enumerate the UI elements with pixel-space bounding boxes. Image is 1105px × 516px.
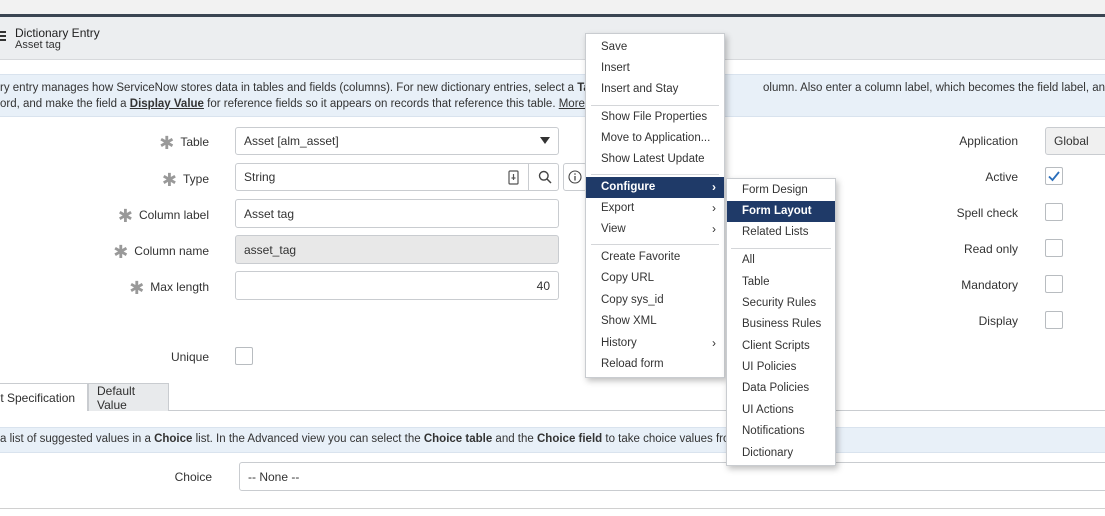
menu-item-show-latest-update[interactable]: Show Latest Update <box>586 149 724 170</box>
checkmark-icon <box>1048 171 1060 182</box>
choice-info-text: a list of suggested values in a Choice l… <box>0 433 788 445</box>
submenu-item-security-rules[interactable]: Security Rules <box>727 293 835 314</box>
chevron-right-icon: › <box>712 336 716 350</box>
submenu-item-notifications[interactable]: Notifications <box>727 421 835 442</box>
info-banner: ry entry manages how ServiceNow stores d… <box>0 74 1105 117</box>
menu-item-show-file-properties[interactable]: Show File Properties <box>586 107 724 128</box>
menu-separator <box>731 248 831 249</box>
column-label-input[interactable]: Asset tag <box>235 199 559 228</box>
choice-label: Choice <box>174 470 212 484</box>
form-header <box>0 17 1105 60</box>
read-only-checkbox[interactable] <box>1045 239 1063 257</box>
menu-item-create-favorite[interactable]: Create Favorite <box>586 247 724 268</box>
choice-info-banner: a list of suggested values in a Choice l… <box>0 427 1105 453</box>
submenu-item-client-scripts[interactable]: Client Scripts <box>727 336 835 357</box>
submenu-item-table[interactable]: Table <box>727 272 835 293</box>
menu-separator <box>591 105 719 106</box>
required-icon: ✱ <box>159 133 175 153</box>
menu-item-configure[interactable]: Configure › <box>586 177 724 198</box>
spell-check-label: Spell check <box>956 206 1018 220</box>
menu-item-export[interactable]: Export › <box>586 198 724 219</box>
submenu-item-dictionary[interactable]: Dictionary <box>727 443 835 464</box>
unique-checkbox[interactable] <box>235 347 253 365</box>
submenu-item-related-lists[interactable]: Related Lists <box>727 222 835 243</box>
menu-item-history[interactable]: History › <box>586 333 724 354</box>
chevron-right-icon: › <box>712 180 716 194</box>
search-icon[interactable] <box>528 163 560 191</box>
required-icon: ✱ <box>113 242 129 262</box>
dictionary-lookup-icon[interactable] <box>505 169 522 186</box>
display-label: Display <box>978 314 1018 328</box>
menu-separator <box>591 244 719 245</box>
max-length-label: ✱ Max length <box>129 278 209 298</box>
menu-item-show-xml[interactable]: Show XML <box>586 311 724 332</box>
menu-item-copy-url[interactable]: Copy URL <box>586 268 724 289</box>
submenu-item-form-layout[interactable]: Form Layout <box>727 201 835 222</box>
menu-item-move-to-application[interactable]: Move to Application... <box>586 128 724 149</box>
menu-separator <box>591 174 719 175</box>
menu-item-reload-form[interactable]: Reload form <box>586 354 724 375</box>
column-name-input: asset_tag <box>235 235 559 264</box>
info-line-2: ord, and make the field a Display Value … <box>0 98 608 110</box>
column-name-label: ✱ Column name <box>113 242 209 262</box>
dropdown-arrow-icon <box>540 137 550 144</box>
chevron-right-icon: › <box>712 201 716 215</box>
submenu-item-all[interactable]: All <box>727 250 835 271</box>
unique-label: Unique <box>170 350 209 364</box>
type-label: ✱ Type <box>161 170 209 190</box>
form-title: Dictionary Entry <box>15 26 100 40</box>
active-checkbox[interactable] <box>1045 167 1063 185</box>
configure-submenu: Form Design Form Layout Related Lists Al… <box>726 178 836 466</box>
max-length-input[interactable]: 40 <box>235 271 559 300</box>
required-icon: ✱ <box>161 170 177 190</box>
submenu-item-business-rules[interactable]: Business Rules <box>727 314 835 335</box>
context-menu: Save Insert Insert and Stay Show File Pr… <box>585 33 725 378</box>
menu-item-view[interactable]: View › <box>586 219 724 240</box>
info-icon[interactable] <box>563 163 587 191</box>
menu-item-save[interactable]: Save <box>586 37 724 58</box>
bottom-divider <box>0 508 1105 509</box>
submenu-item-data-policies[interactable]: Data Policies <box>727 378 835 399</box>
tab-default-value[interactable]: Default Value <box>88 383 169 412</box>
menu-item-insert[interactable]: Insert <box>586 58 724 79</box>
active-label: Active <box>985 170 1018 184</box>
required-icon: ✱ <box>129 278 145 298</box>
form-subtitle: Asset tag <box>15 39 61 51</box>
hamburger-menu-icon[interactable] <box>0 31 6 43</box>
mandatory-label: Mandatory <box>961 278 1018 292</box>
submenu-item-form-design[interactable]: Form Design <box>727 180 835 201</box>
tab-list-specification[interactable]: List Specification <box>0 383 88 411</box>
read-only-label: Read only <box>963 242 1018 256</box>
info-line-1: ry entry manages how ServiceNow stores d… <box>0 82 1105 94</box>
submenu-item-ui-policies[interactable]: UI Policies <box>727 357 835 378</box>
table-label: ✱ Table <box>159 133 209 153</box>
choice-select[interactable]: -- None -- <box>239 462 1105 491</box>
table-select[interactable]: Asset [alm_asset] <box>235 127 559 155</box>
mandatory-checkbox[interactable] <box>1045 275 1063 293</box>
menu-item-insert-and-stay[interactable]: Insert and Stay <box>586 79 724 100</box>
chevron-right-icon: › <box>712 222 716 236</box>
spell-check-checkbox[interactable] <box>1045 203 1063 221</box>
menu-item-copy-sys-id[interactable]: Copy sys_id <box>586 290 724 311</box>
display-checkbox[interactable] <box>1045 311 1063 329</box>
application-label: Application <box>959 134 1018 148</box>
submenu-item-ui-actions[interactable]: UI Actions <box>727 400 835 421</box>
required-icon: ✱ <box>117 206 133 226</box>
top-bar <box>0 0 1105 14</box>
application-select[interactable]: Global <box>1045 127 1105 155</box>
column-label-label: ✱ Column label <box>117 206 209 226</box>
